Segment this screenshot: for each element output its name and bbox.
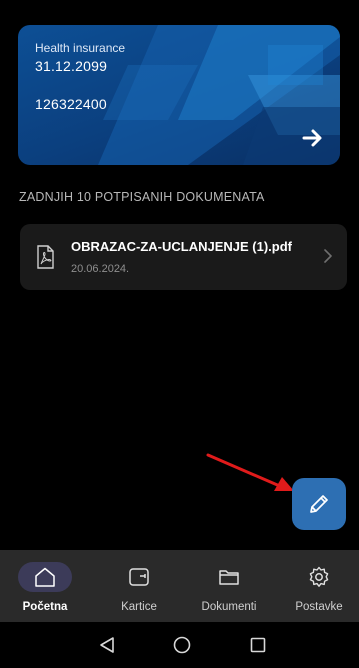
system-navigation-bar bbox=[0, 622, 359, 668]
document-name: OBRAZAC-ZA-UCLANJENJE (1).pdf bbox=[71, 239, 292, 254]
annotation-arrow bbox=[206, 453, 294, 491]
folder-icon bbox=[219, 570, 239, 585]
nav-label-dokumenti: Dokumenti bbox=[201, 601, 257, 613]
pencil-icon bbox=[310, 495, 328, 513]
nav-item-dokumenti[interactable]: Dokumenti bbox=[184, 550, 274, 622]
back-triangle-icon[interactable] bbox=[98, 635, 116, 655]
insurance-card[interactable]: Health insurance 31.12.2099 126322400 bbox=[18, 25, 340, 165]
home-icon bbox=[35, 567, 55, 587]
bottom-navigation: Početna Kartice Dokumenti Postavke bbox=[0, 550, 359, 622]
wallet-icon bbox=[129, 568, 149, 586]
pdf-icon bbox=[37, 245, 54, 269]
nav-item-kartice[interactable]: Kartice bbox=[94, 550, 184, 622]
nav-label-kartice: Kartice bbox=[121, 601, 157, 613]
nav-label-postavke: Postavke bbox=[295, 601, 343, 613]
sign-document-fab[interactable] bbox=[292, 478, 346, 530]
chevron-right-icon bbox=[324, 249, 332, 263]
nav-label-pocetna: Početna bbox=[22, 601, 68, 613]
card-title: Health insurance bbox=[35, 41, 126, 55]
recent-documents-heading: ZADNJIH 10 POTPISANIH DOKUMENATA bbox=[19, 190, 265, 204]
card-expiry-date: 31.12.2099 bbox=[35, 58, 108, 74]
recents-square-icon[interactable] bbox=[249, 635, 267, 655]
arrow-right-icon[interactable] bbox=[302, 127, 324, 149]
document-date: 20.06.2024. bbox=[71, 263, 130, 275]
card-number: 126322400 bbox=[35, 96, 107, 112]
nav-item-pocetna[interactable]: Početna bbox=[0, 550, 90, 622]
document-list-item[interactable]: OBRAZAC-ZA-UCLANJENJE (1).pdf 20.06.2024… bbox=[20, 224, 347, 290]
home-circle-icon[interactable] bbox=[172, 635, 192, 655]
nav-item-postavke[interactable]: Postavke bbox=[274, 550, 359, 622]
gear-icon bbox=[309, 566, 329, 587]
